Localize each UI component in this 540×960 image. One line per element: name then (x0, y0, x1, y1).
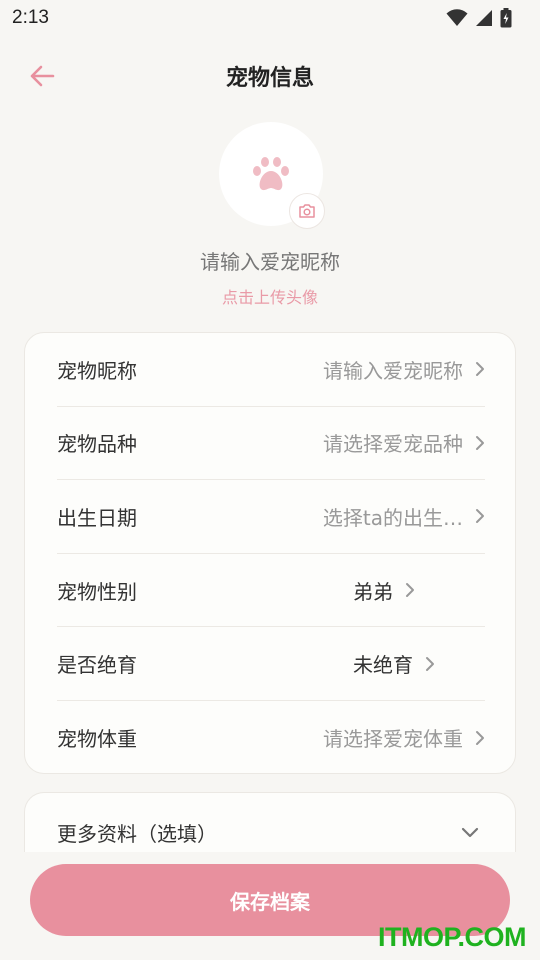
page-title: 宠物信息 (225, 66, 314, 91)
row-value: 请选择爱宠品种 (323, 432, 463, 457)
camera-button[interactable] (289, 193, 325, 229)
chevron-right-icon (406, 583, 414, 598)
nickname-display: 请输入爱宠昵称 (200, 250, 340, 274)
row-value: 未绝育 (353, 653, 413, 678)
camera-icon (299, 204, 315, 218)
wifi-icon (446, 9, 468, 26)
row-value: 选择ta的出生… (322, 505, 463, 530)
row-label: 宠物品种 (57, 432, 137, 457)
row-label: 宠物体重 (57, 727, 137, 752)
row-label: 出生日期 (57, 505, 137, 530)
status-bar: 2:13 (0, 0, 540, 36)
row-value: 请输入爱宠昵称 (323, 358, 463, 383)
upload-avatar-link[interactable]: 点击上传头像 (0, 284, 540, 308)
row-label: 宠物性别 (57, 579, 137, 604)
row-pet-weight[interactable]: 宠物体重 请选择爱宠体重 (57, 701, 485, 775)
pet-info-form: 宠物昵称 请输入爱宠昵称 宠物品种 请选择爱宠品种 出生日期 选择ta的出生… … (24, 332, 516, 774)
row-label: 是否绝育 (57, 653, 137, 678)
chevron-right-icon (476, 509, 484, 524)
cell-signal-icon (476, 10, 492, 26)
more-info-label: 更多资料（选填） (57, 822, 217, 846)
status-icons (446, 8, 512, 28)
row-pet-breed[interactable]: 宠物品种 请选择爱宠品种 (57, 407, 485, 481)
chevron-right-icon (476, 435, 484, 450)
nav-bar: 宠物信息 (0, 50, 540, 102)
paw-icon (253, 157, 289, 191)
row-value: 请选择爱宠体重 (323, 727, 463, 752)
watermark: ITMOP.COM (378, 922, 527, 952)
row-pet-nickname[interactable]: 宠物昵称 请输入爱宠昵称 (57, 333, 485, 407)
row-neutered[interactable]: 是否绝育 未绝育 (57, 627, 485, 701)
row-pet-gender[interactable]: 宠物性别 弟弟 (57, 554, 485, 628)
chevron-right-icon (426, 656, 434, 671)
battery-icon (500, 8, 512, 28)
row-birth-date[interactable]: 出生日期 选择ta的出生… (57, 480, 485, 554)
row-label: 宠物昵称 (57, 358, 137, 383)
row-value: 弟弟 (353, 579, 393, 604)
chevron-right-icon (476, 362, 484, 377)
chevron-right-icon (476, 730, 484, 745)
status-time: 2:13 (12, 7, 49, 28)
chevron-down-icon (461, 827, 479, 837)
